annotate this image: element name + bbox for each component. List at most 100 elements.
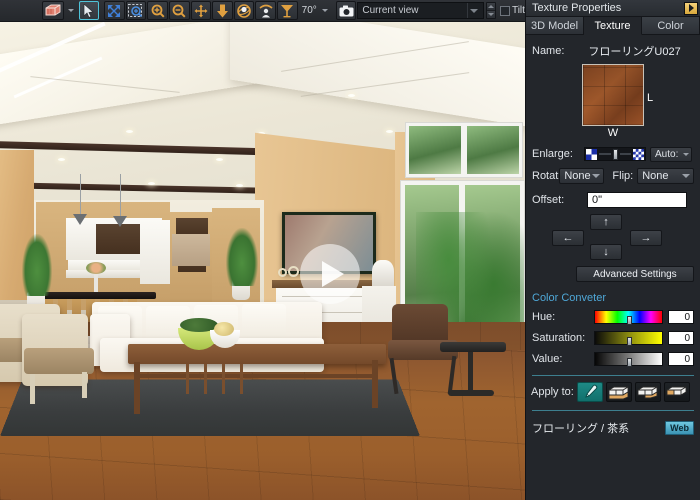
tab-texture[interactable]: Texture xyxy=(584,17,642,35)
offset-right-button[interactable]: → xyxy=(630,230,662,246)
field-of-view-tool[interactable] xyxy=(277,1,298,20)
collapse-panel-icon[interactable] xyxy=(684,1,698,15)
view-select-value: Current view xyxy=(362,5,419,16)
drop-down-arrow-icon xyxy=(216,4,228,17)
side-table-top xyxy=(440,342,506,352)
panel-title-text: Texture Properties xyxy=(532,2,622,14)
apply-to-all-rooms[interactable] xyxy=(663,382,690,402)
melon xyxy=(214,322,234,336)
panel-body: Name: フローリングU027 L W Enlarge: Auto: Rota… xyxy=(526,43,700,500)
play-button[interactable] xyxy=(300,244,360,304)
3d-viewport[interactable] xyxy=(0,22,525,500)
enlarge-row: Enlarge: Auto: xyxy=(526,145,700,163)
area-rug[interactable] xyxy=(0,379,420,436)
texture-swatch[interactable] xyxy=(582,64,644,126)
enlarge-track xyxy=(599,153,611,155)
checker-small-icon xyxy=(633,148,644,160)
value-value[interactable]: 0 xyxy=(668,352,694,366)
armchair-seat-front xyxy=(24,348,94,374)
zoom-out-tool[interactable] xyxy=(168,1,190,20)
advanced-settings-button[interactable]: Advanced Settings xyxy=(576,266,694,282)
orbit-tool[interactable] xyxy=(233,1,255,20)
offset-left-button[interactable]: ← xyxy=(552,230,584,246)
pendant-cord-1 xyxy=(80,174,81,214)
fit-screen-icon xyxy=(108,4,121,17)
select-arrow-tool[interactable] xyxy=(78,1,100,20)
apply-to-label: Apply to: xyxy=(531,386,574,398)
downlight xyxy=(126,130,133,133)
hue-slider-thumb[interactable] xyxy=(626,316,632,325)
offset-up-button[interactable]: ↑ xyxy=(590,214,622,230)
walkthrough-tool[interactable] xyxy=(255,1,277,20)
enlarge-mode-value: Auto: xyxy=(655,148,679,160)
chevron-down-icon[interactable] xyxy=(592,174,601,178)
tab-3d-model[interactable]: 3D Model xyxy=(526,17,584,35)
camera-snapshot-button[interactable] xyxy=(335,1,357,20)
kitchen-range-hood xyxy=(96,224,146,254)
tilt-checkbox[interactable] xyxy=(499,5,510,16)
magnifier-minus-icon xyxy=(172,4,186,18)
enlarge-slider[interactable] xyxy=(584,147,646,161)
saturation-value[interactable]: 0 xyxy=(668,331,694,345)
saturation-slider[interactable] xyxy=(593,331,664,346)
apply-to-all-same-surfaces[interactable] xyxy=(605,382,632,402)
offset-arrow-pad: ↑ ← → ↓ xyxy=(526,214,700,262)
texture-category-row: フローリング / 茶系 Web xyxy=(526,420,700,436)
eyedropper-icon xyxy=(585,384,598,398)
apply-to-picked-surface[interactable] xyxy=(576,382,603,402)
fov-angle-caret[interactable] xyxy=(320,1,331,20)
flip-label: Flip: xyxy=(612,170,634,182)
pan-tool[interactable] xyxy=(190,1,212,20)
drop-tool[interactable] xyxy=(212,1,233,20)
sofa-back-cushion xyxy=(242,304,286,338)
offset-down-button[interactable]: ↓ xyxy=(590,244,622,260)
chevron-down-icon[interactable] xyxy=(683,152,689,156)
chevron-down-icon[interactable] xyxy=(466,3,481,18)
value-slider[interactable] xyxy=(593,352,664,367)
coffee-table-slat xyxy=(240,364,243,394)
clerestory-window-glass-right xyxy=(467,126,519,174)
hue-slider[interactable] xyxy=(593,310,664,325)
plant-foliage-left xyxy=(22,234,52,296)
enlarge-thumb[interactable] xyxy=(612,148,618,160)
enlarge-mode-dropdown[interactable]: Auto: xyxy=(650,146,692,162)
room-surfaces-icon-1 xyxy=(608,386,629,399)
object-box-dropdown-caret[interactable] xyxy=(65,1,75,20)
plant-foliage-kitchen xyxy=(226,228,258,286)
fov-angle-control[interactable]: 70° xyxy=(299,1,334,20)
magnifier-plus-icon xyxy=(151,4,165,18)
apply-to-room[interactable] xyxy=(634,382,661,402)
tab-color[interactable]: Color xyxy=(642,17,700,35)
top-toolbar: 70° Current view Tilt xyxy=(0,0,525,22)
view-select-dropdown[interactable]: Current view xyxy=(357,2,484,19)
offset-label: Offset: xyxy=(532,194,565,206)
object-box-tool[interactable] xyxy=(41,1,65,20)
flower-arrangement xyxy=(86,262,106,274)
texture-name-value: フローリングU027 xyxy=(588,46,681,58)
name-label: Name: xyxy=(532,45,565,57)
view-spinner[interactable] xyxy=(485,2,496,19)
flip-dropdown[interactable]: None xyxy=(637,168,694,184)
offset-input[interactable]: 0" xyxy=(587,192,687,208)
zoom-window-tool[interactable] xyxy=(125,1,147,20)
tilt-control[interactable]: Tilt xyxy=(499,5,525,16)
fit-to-screen-tool[interactable] xyxy=(104,1,125,20)
spinner-up-arrow-icon[interactable] xyxy=(486,3,495,11)
room-surfaces-icon-2 xyxy=(637,386,658,398)
zoom-in-tool[interactable] xyxy=(147,1,168,20)
web-badge[interactable]: Web xyxy=(665,421,694,435)
saturation-slider-thumb[interactable] xyxy=(626,337,632,346)
chevron-down-icon[interactable] xyxy=(682,174,690,178)
checker-large-icon xyxy=(586,148,597,160)
value-slider-thumb[interactable] xyxy=(626,358,632,367)
spinner-down-arrow-icon[interactable] xyxy=(486,11,495,18)
zoom-window-icon xyxy=(128,3,143,17)
downlight xyxy=(148,182,155,185)
hue-value[interactable]: 0 xyxy=(668,310,694,324)
panel-tabs: 3D Model Texture Color xyxy=(526,17,700,35)
rotate-dropdown[interactable]: None xyxy=(559,168,605,184)
coffee-table-top[interactable] xyxy=(128,344,386,364)
saturation-row: Saturation: 0 xyxy=(526,330,700,346)
texture-category-text: フローリング / 茶系 xyxy=(532,423,630,435)
tile-niche xyxy=(172,234,210,266)
